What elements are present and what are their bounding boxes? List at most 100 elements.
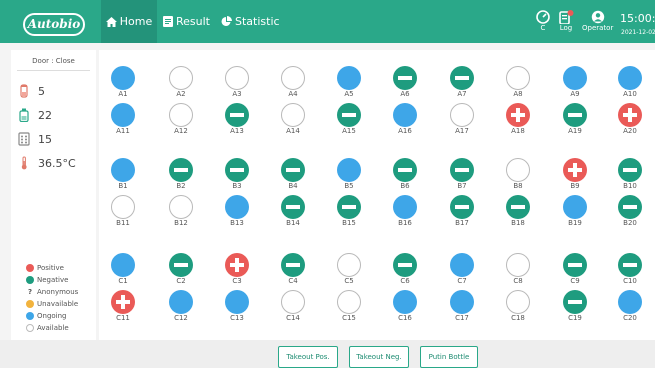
log-button[interactable]: Log bbox=[558, 10, 574, 32]
well-label: A2 bbox=[176, 90, 186, 98]
well-A2[interactable] bbox=[169, 66, 193, 90]
well-A4[interactable] bbox=[281, 66, 305, 90]
well-B16[interactable] bbox=[393, 195, 417, 219]
tab-home[interactable]: Home bbox=[101, 0, 157, 43]
well-B12[interactable] bbox=[169, 195, 193, 219]
well-B19[interactable] bbox=[563, 195, 587, 219]
well-B6[interactable] bbox=[393, 158, 417, 182]
well-A19[interactable] bbox=[563, 103, 587, 127]
well-C6[interactable] bbox=[393, 253, 417, 277]
well-C7[interactable] bbox=[450, 253, 474, 277]
well-C13[interactable] bbox=[225, 290, 249, 314]
well-label: C9 bbox=[570, 277, 580, 285]
well-A9[interactable] bbox=[563, 66, 587, 90]
takeout-negative-button[interactable]: Takeout Neg. bbox=[349, 346, 409, 368]
well-A17[interactable] bbox=[450, 103, 474, 127]
well-label: B14 bbox=[286, 219, 300, 227]
well-A11[interactable] bbox=[111, 103, 135, 127]
well-C1[interactable] bbox=[111, 253, 135, 277]
well-A3[interactable] bbox=[225, 66, 249, 90]
well-A13[interactable] bbox=[225, 103, 249, 127]
legend-unavailable: Unavailable bbox=[26, 300, 78, 308]
well-B7[interactable] bbox=[450, 158, 474, 182]
well-C3[interactable] bbox=[225, 253, 249, 277]
well-label: A7 bbox=[457, 90, 467, 98]
well-A15[interactable] bbox=[337, 103, 361, 127]
well-A5[interactable] bbox=[337, 66, 361, 90]
well-A18[interactable] bbox=[506, 103, 530, 127]
c-button[interactable]: C bbox=[536, 10, 550, 32]
well-C15[interactable] bbox=[337, 290, 361, 314]
well-A16[interactable] bbox=[393, 103, 417, 127]
well-A1[interactable] bbox=[111, 66, 135, 90]
well-A20[interactable] bbox=[618, 103, 642, 127]
well-B4[interactable] bbox=[281, 158, 305, 182]
well-B11[interactable] bbox=[111, 195, 135, 219]
well-label: B11 bbox=[116, 219, 130, 227]
legend-label: Available bbox=[37, 324, 69, 332]
well-B8[interactable] bbox=[506, 158, 530, 182]
well-label: B18 bbox=[511, 219, 525, 227]
well-label: B6 bbox=[400, 182, 410, 190]
well-label: C11 bbox=[116, 314, 130, 322]
well-B3[interactable] bbox=[225, 158, 249, 182]
well-A8[interactable] bbox=[506, 66, 530, 90]
divider bbox=[17, 70, 90, 71]
consumable-racks: 15 bbox=[18, 132, 52, 146]
legend-label: Positive bbox=[37, 264, 64, 272]
well-label: B1 bbox=[118, 182, 128, 190]
well-B13[interactable] bbox=[225, 195, 249, 219]
well-B18[interactable] bbox=[506, 195, 530, 219]
well-C12[interactable] bbox=[169, 290, 193, 314]
well-B2[interactable] bbox=[169, 158, 193, 182]
well-C17[interactable] bbox=[450, 290, 474, 314]
well-label: B9 bbox=[570, 182, 580, 190]
clock-date: 2021-12-02 bbox=[621, 29, 655, 36]
consumable-value: 22 bbox=[38, 108, 52, 122]
well-B17[interactable] bbox=[450, 195, 474, 219]
well-label: C6 bbox=[400, 277, 410, 285]
well-C18[interactable] bbox=[506, 290, 530, 314]
well-B20[interactable] bbox=[618, 195, 642, 219]
well-C14[interactable] bbox=[281, 290, 305, 314]
well-C10[interactable] bbox=[618, 253, 642, 277]
well-B1[interactable] bbox=[111, 158, 135, 182]
well-C2[interactable] bbox=[169, 253, 193, 277]
operator-button[interactable]: Operator bbox=[582, 10, 613, 32]
well-B10[interactable] bbox=[618, 158, 642, 182]
home-icon bbox=[105, 16, 117, 27]
well-A10[interactable] bbox=[618, 66, 642, 90]
well-B15[interactable] bbox=[337, 195, 361, 219]
well-label: A13 bbox=[230, 127, 244, 135]
well-label: A16 bbox=[398, 127, 412, 135]
putin-bottle-button[interactable]: Putin Bottle bbox=[420, 346, 478, 368]
well-label: B4 bbox=[288, 182, 298, 190]
well-label: A17 bbox=[455, 127, 469, 135]
well-A12[interactable] bbox=[169, 103, 193, 127]
well-B5[interactable] bbox=[337, 158, 361, 182]
well-C9[interactable] bbox=[563, 253, 587, 277]
well-grid: A1 A2 A3 A4 A5 A6 A7 A8 A9 A10 A11 A12 A13 A14 A15 A16 A… bbox=[99, 50, 655, 340]
tab-statistic[interactable]: Statistic bbox=[221, 0, 280, 43]
well-C16[interactable] bbox=[393, 290, 417, 314]
well-label: A15 bbox=[342, 127, 356, 135]
legend-ongoing: Ongoing bbox=[26, 312, 67, 320]
well-C8[interactable] bbox=[506, 253, 530, 277]
tab-result[interactable]: Result bbox=[163, 0, 210, 43]
well-A14[interactable] bbox=[281, 103, 305, 127]
well-A6[interactable] bbox=[393, 66, 417, 90]
well-C19[interactable] bbox=[563, 290, 587, 314]
well-label: A19 bbox=[568, 127, 582, 135]
legend-available: Available bbox=[26, 324, 69, 332]
well-label: A18 bbox=[511, 127, 525, 135]
well-C11[interactable] bbox=[111, 290, 135, 314]
pie-chart-icon bbox=[221, 16, 232, 26]
well-B9[interactable] bbox=[563, 158, 587, 182]
takeout-positive-button[interactable]: Takeout Pos. bbox=[278, 346, 338, 368]
well-label: B3 bbox=[232, 182, 242, 190]
well-C20[interactable] bbox=[618, 290, 642, 314]
well-C5[interactable] bbox=[337, 253, 361, 277]
well-A7[interactable] bbox=[450, 66, 474, 90]
well-B14[interactable] bbox=[281, 195, 305, 219]
well-C4[interactable] bbox=[281, 253, 305, 277]
